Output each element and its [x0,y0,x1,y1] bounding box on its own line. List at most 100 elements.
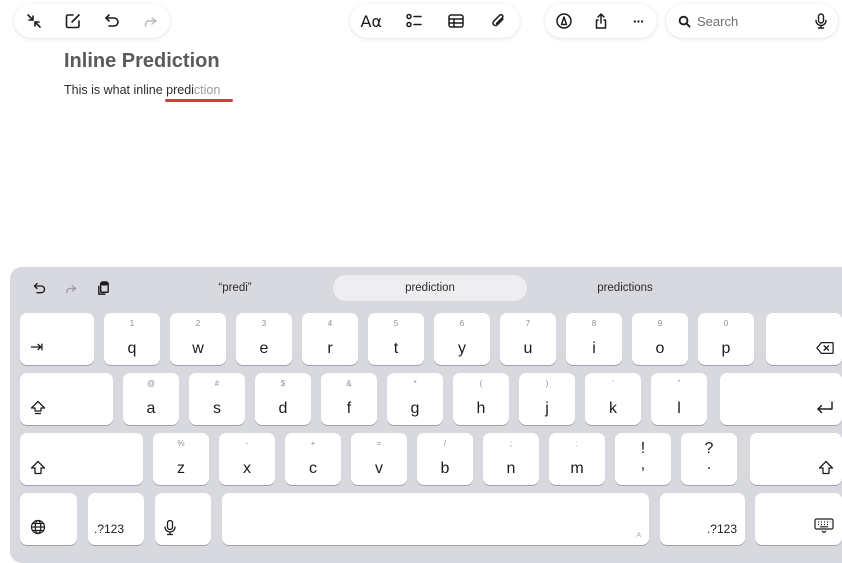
globe-icon [30,519,46,535]
key-label: j [545,400,549,417]
key-c[interactable]: + c [285,433,341,485]
search-field[interactable]: Search [666,4,838,38]
key-e[interactable]: 3e [236,313,292,365]
key-w[interactable]: 2w [170,313,226,365]
more-button[interactable]: ··· [624,7,652,35]
key-alt: * [413,379,417,388]
key-alt: 1 [129,319,135,328]
key-top: ! [640,440,646,457]
dismiss-keyboard-key[interactable] [755,493,842,545]
microphone-icon[interactable] [814,13,828,29]
undo-icon[interactable] [98,7,126,35]
key-label: z [177,460,185,477]
key-label: e [259,340,269,357]
delete-icon [816,341,834,355]
key-label: i [592,340,596,357]
key-question-period[interactable]: ?. [681,433,737,485]
key-label: u [523,340,533,357]
numbers-right-key[interactable]: .?123 [660,493,745,545]
key-t[interactable]: 5t [368,313,424,365]
space-bar[interactable]: A [222,493,649,545]
key-x[interactable]: -x [219,433,275,485]
shift-left-key[interactable] [20,433,143,485]
globe-key[interactable] [20,493,77,545]
caps-lock-key[interactable] [20,373,113,425]
key-label: k [609,400,617,417]
key-q[interactable]: 1q [104,313,160,365]
key-o[interactable]: 9o [632,313,688,365]
key-bottom: , [640,456,646,473]
key-label: f [346,400,352,417]
note-title[interactable]: Inline Prediction [64,50,220,73]
key-label: g [410,400,420,417]
key-s[interactable]: # s [189,373,245,425]
key-alt: 0 [723,319,729,328]
compose-icon[interactable] [59,7,87,35]
redo-icon[interactable] [60,277,82,299]
checklist-icon[interactable] [400,7,428,35]
key-alt: % [177,439,185,448]
key-alt: 2 [195,319,201,328]
key-label: r [327,340,333,357]
attachment-icon[interactable] [485,7,513,35]
tab-key[interactable]: ⇥ [20,313,94,365]
undo-icon[interactable] [28,277,50,299]
shift-right-key[interactable] [750,433,842,485]
suggestion-alternate[interactable]: predictions [560,275,690,301]
return-key[interactable] [720,373,842,425]
key-g[interactable]: * g [387,373,443,425]
search-icon [678,15,691,28]
key-m[interactable]: :m [549,433,605,485]
key-alt: / [443,439,447,448]
text-format-button[interactable]: Aα [357,7,385,35]
note-body[interactable]: This is what inline prediction [64,83,220,97]
key-b[interactable]: / b [417,433,473,485]
key-d[interactable]: $ d [255,373,311,425]
numbers-left-label: .?123 [94,522,125,536]
key-alt: $ [280,379,286,388]
key-u[interactable]: 7u [500,313,556,365]
key-p[interactable]: 0p [698,313,754,365]
inline-prediction-text: ction [193,83,221,97]
markup-icon[interactable] [550,7,578,35]
key-label: q [127,340,137,357]
key-label: a [146,400,156,417]
key-i[interactable]: 8i [566,313,622,365]
collapse-icon[interactable] [20,7,48,35]
toolbar-right-group: ··· [545,4,657,38]
key-alt: 4 [327,319,333,328]
key-v[interactable]: = v [351,433,407,485]
key-k[interactable]: ’ k [585,373,641,425]
share-icon[interactable] [587,7,615,35]
key-label: n [506,460,516,477]
toolbar-left-group [14,4,170,38]
keyboard-dismiss-icon [814,518,834,533]
key-label: b [440,460,450,477]
delete-key[interactable] [766,313,842,365]
key-z[interactable]: % z [153,433,209,485]
keyboard-shortcut-bar: “predi” prediction predictions [10,267,842,309]
key-f[interactable]: & f [321,373,377,425]
key-alt: # [214,379,220,388]
dictation-key[interactable] [155,493,211,545]
key-a[interactable]: @ a [123,373,179,425]
key-h[interactable]: (h [453,373,509,425]
key-n[interactable]: ; n [483,433,539,485]
key-r[interactable]: 4r [302,313,358,365]
numbers-left-key[interactable]: .?123 [88,493,144,545]
key-y[interactable]: 6y [434,313,490,365]
key-exclaim-comma[interactable]: !, [615,433,671,485]
key-label: y [458,340,466,357]
redo-icon[interactable] [137,7,165,35]
key-label: d [278,400,288,417]
key-alt: & [346,379,352,388]
key-alt: : [575,439,579,448]
suggestion-primary[interactable]: prediction [333,275,527,301]
shift-icon [818,460,834,475]
suggestion-literal[interactable]: “predi” [170,275,300,301]
paste-icon[interactable] [92,277,114,299]
key-label: w [192,340,204,357]
table-icon[interactable] [442,7,470,35]
key-j[interactable]: ) j [519,373,575,425]
key-l[interactable]: ” l [651,373,707,425]
